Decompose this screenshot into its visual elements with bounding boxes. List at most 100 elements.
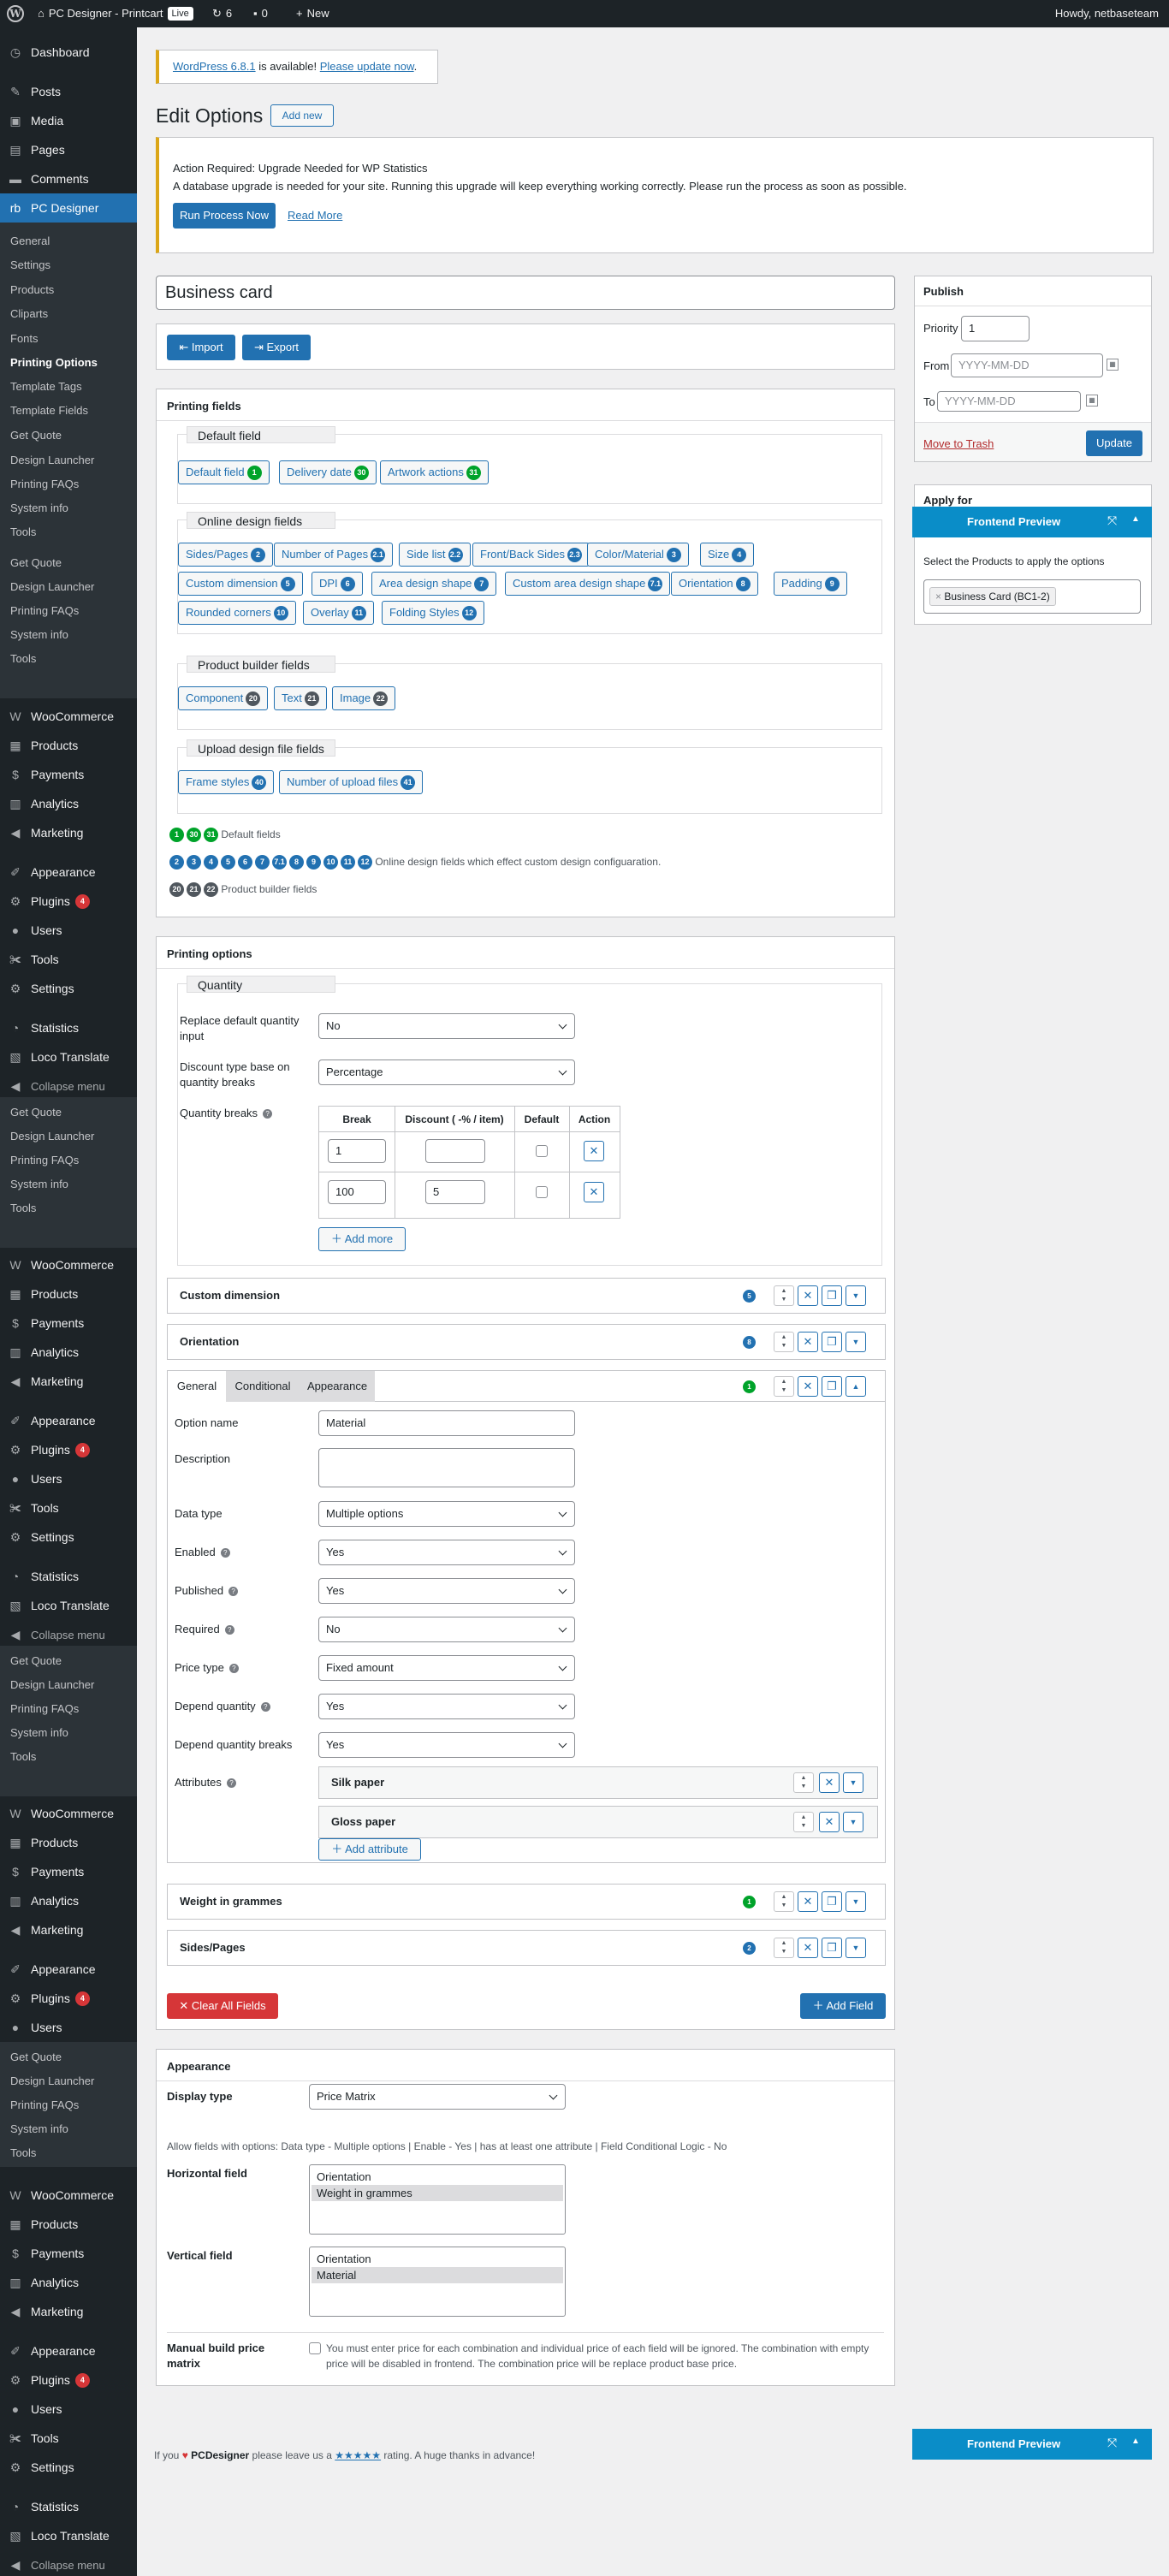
menu-users[interactable]: ● Users: [0, 2013, 137, 2042]
calendar-icon[interactable]: ▦: [1107, 359, 1119, 371]
help-icon[interactable]: ?: [263, 1109, 273, 1119]
menu-tools[interactable]: ✀ Tools: [0, 945, 137, 974]
depend-quantity-breaks-select[interactable]: Yes: [318, 1732, 575, 1758]
menu-plugins[interactable]: ⚙ Plugins 4: [0, 887, 137, 916]
help-icon[interactable]: ?: [220, 1548, 230, 1558]
tag-default-field[interactable]: Default field 1: [178, 460, 270, 484]
submenu-get-quote[interactable]: Get Quote: [10, 551, 62, 575]
tag-text[interactable]: Text 21: [274, 686, 327, 710]
option-name-input[interactable]: Material: [318, 1410, 575, 1436]
group-weight-in-grammes[interactable]: Weight in grammes 1 ▲ ▼ ✕ ❐ ▼: [167, 1884, 886, 1920]
menu-pc-designer[interactable]: rb PC Designer: [0, 193, 137, 223]
toggle-field-button[interactable]: ▼: [846, 1938, 866, 1958]
help-icon[interactable]: ?: [228, 1664, 239, 1674]
menu-analytics[interactable]: ▥ Analytics: [0, 2268, 137, 2297]
submenu-tools[interactable]: Tools: [10, 647, 36, 671]
menu-comments[interactable]: ▬ Comments: [0, 164, 137, 193]
delete-attribute-button[interactable]: ✕: [819, 1812, 840, 1832]
delete-field-button[interactable]: ✕: [798, 1376, 818, 1397]
tag-color-material[interactable]: Color/Material 3: [587, 543, 689, 567]
add-new-button[interactable]: Add new: [270, 104, 334, 127]
option-title-input[interactable]: Business card: [156, 276, 895, 310]
submenu-system-info[interactable]: System info: [10, 496, 68, 520]
menu-products[interactable]: ▦ Products: [0, 2210, 137, 2239]
copy-field-button[interactable]: ❐: [822, 1938, 842, 1958]
default-checkbox[interactable]: [536, 1186, 548, 1198]
delete-field-button[interactable]: ✕: [798, 1285, 818, 1306]
tag-number-of-upload-files[interactable]: Number of upload files 41: [279, 770, 424, 794]
group-orientation[interactable]: Orientation 8 ▲ ▼ ✕ ❐ ▼: [167, 1324, 886, 1360]
delete-row-button[interactable]: ✕: [584, 1182, 604, 1202]
menu-woocommerce[interactable]: W WooCommerce: [0, 1799, 137, 1828]
remove-chip-icon[interactable]: ×: [935, 591, 944, 602]
submenu-printing-faqs[interactable]: Printing FAQs: [10, 2093, 79, 2117]
tag-frame-styles[interactable]: Frame styles 40: [178, 770, 275, 794]
submenu-design-launcher[interactable]: Design Launcher: [10, 575, 94, 599]
wordpress-logo-icon[interactable]: W: [7, 0, 24, 27]
priority-input[interactable]: 1: [961, 316, 1030, 341]
menu-plugins[interactable]: ⚙ Plugins 4: [0, 2365, 137, 2395]
menu-woocommerce[interactable]: W WooCommerce: [0, 702, 137, 731]
help-icon[interactable]: ?: [226, 1778, 236, 1789]
menu-analytics[interactable]: ▥ Analytics: [0, 1338, 137, 1367]
comments-link[interactable]: ▪ 0: [253, 0, 268, 27]
menu-posts[interactable]: ✎ Posts: [0, 77, 137, 106]
tag-dpi[interactable]: DPI 6: [312, 572, 363, 596]
menu-products[interactable]: ▦ Products: [0, 1279, 137, 1309]
rating-stars-link[interactable]: ★★★★★: [335, 2449, 381, 2461]
menu-appearance[interactable]: ✐ Appearance: [0, 858, 137, 887]
submenu-design-launcher[interactable]: Design Launcher: [10, 448, 94, 472]
run-process-button[interactable]: Run Process Now: [173, 203, 276, 229]
submenu-cliparts[interactable]: Cliparts: [10, 302, 48, 326]
from-date-input[interactable]: YYYY-MM-DD: [951, 353, 1103, 377]
collapse-up-icon[interactable]: ▲: [1131, 2437, 1140, 2446]
move-up-down-icon[interactable]: ▲ ▼: [774, 1376, 794, 1397]
submenu-products[interactable]: Products: [10, 278, 54, 302]
default-checkbox[interactable]: [536, 1145, 548, 1157]
updates-link[interactable]: ↻ 6: [212, 0, 232, 27]
toggle-attribute-button[interactable]: ▼: [843, 1772, 863, 1793]
menu-plugins[interactable]: ⚙ Plugins 4: [0, 1984, 137, 2013]
export-button[interactable]: ⇥ Export: [242, 335, 311, 360]
toggle-field-button[interactable]: ▼: [846, 1285, 866, 1306]
frontend-preview-bar-bottom[interactable]: Frontend Preview ⤧ ▲: [912, 2429, 1152, 2460]
tag-delivery-date[interactable]: Delivery date 30: [279, 460, 377, 484]
submenu-general[interactable]: General: [10, 229, 50, 253]
menu-plugins[interactable]: ⚙ Plugins 4: [0, 1435, 137, 1464]
tag-front-back-sides[interactable]: Front/Back Sides 2.3: [472, 543, 590, 567]
submenu-tools[interactable]: Tools: [10, 1745, 36, 1769]
copy-field-button[interactable]: ❐: [822, 1332, 842, 1352]
menu-marketing[interactable]: ◀ Marketing: [0, 1915, 137, 1944]
menu-statistics[interactable]: ◔ Statistics: [0, 1013, 137, 1042]
copy-field-button[interactable]: ❐: [822, 1376, 842, 1397]
submenu-system-info[interactable]: System info: [10, 2117, 68, 2141]
expand-icon[interactable]: ⤧: [1107, 2436, 1117, 2450]
submenu-design-launcher[interactable]: Design Launcher: [10, 1125, 94, 1149]
help-icon[interactable]: ?: [224, 1625, 234, 1635]
description-textarea[interactable]: [318, 1448, 575, 1487]
tag-overlay[interactable]: Overlay 11: [303, 601, 374, 625]
submenu-settings[interactable]: Settings: [10, 253, 50, 277]
break-input[interactable]: 1: [328, 1139, 386, 1163]
menu-statistics[interactable]: ◔ Statistics: [0, 1562, 137, 1591]
submenu-design-launcher[interactable]: Design Launcher: [10, 1673, 94, 1697]
submenu-printing-options[interactable]: Printing Options: [10, 351, 98, 375]
calendar-icon[interactable]: ▦: [1086, 395, 1098, 407]
price-type-select[interactable]: Fixed amount: [318, 1655, 575, 1681]
menu-pages[interactable]: ▤ Pages: [0, 135, 137, 164]
menu-settings[interactable]: ⚙ Settings: [0, 1522, 137, 1552]
help-icon[interactable]: ?: [260, 1702, 270, 1712]
option-orientation[interactable]: Orientation: [312, 2251, 563, 2267]
add-attribute-button[interactable]: ＋ Add attribute: [318, 1838, 421, 1861]
menu-dashboard[interactable]: ◷ Dashboard: [0, 38, 137, 67]
menu-payments[interactable]: $ Payments: [0, 1857, 137, 1886]
menu-analytics[interactable]: ▥ Analytics: [0, 1886, 137, 1915]
delete-attribute-button[interactable]: ✕: [819, 1772, 840, 1793]
tab-conditional[interactable]: Conditional: [226, 1371, 300, 1402]
menu-users[interactable]: ● Users: [0, 2395, 137, 2424]
delete-row-button[interactable]: ✕: [584, 1141, 604, 1161]
submenu-printing-faqs[interactable]: Printing FAQs: [10, 1149, 79, 1172]
tag-image[interactable]: Image 22: [332, 686, 396, 710]
delete-field-button[interactable]: ✕: [798, 1938, 818, 1958]
menu-products[interactable]: ▦ Products: [0, 1828, 137, 1857]
